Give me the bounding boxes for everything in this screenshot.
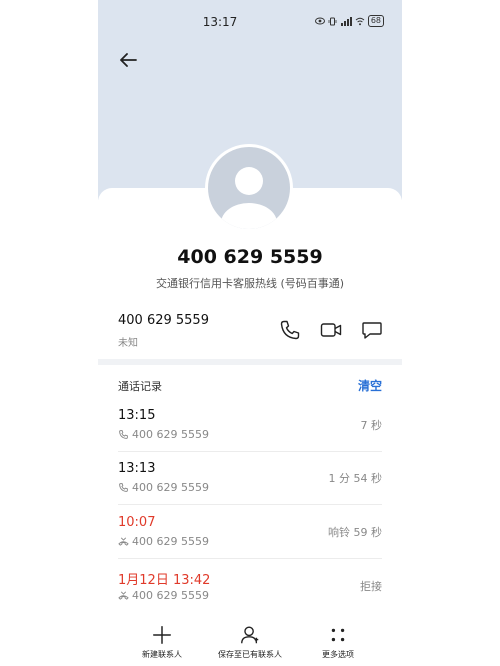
call-log-item[interactable]: 1月12日 13:42 400 629 5559 拒接 — [118, 569, 382, 622]
avatar — [205, 144, 293, 232]
back-arrow-icon[interactable] — [116, 48, 140, 72]
battery-indicator: 68 — [367, 15, 384, 27]
video-call-icon[interactable] — [319, 318, 343, 342]
signal-icon — [340, 16, 352, 26]
row-divider — [118, 558, 382, 559]
status-bar: 13:17 68 — [98, 0, 402, 42]
call-duration: 7 秒 — [360, 419, 383, 432]
wifi-icon — [355, 17, 365, 25]
row-divider — [118, 451, 382, 452]
contact-number: 400 629 5559 — [177, 246, 323, 268]
call-icon[interactable] — [278, 318, 302, 342]
missed-call-icon — [118, 537, 129, 546]
call-log-item[interactable]: 13:15 400 629 5559 7 秒 — [118, 408, 382, 461]
phone-screen: 13:17 68 400 629 5559 交通银行信用卡客服热线 (号码百事通… — [98, 0, 402, 666]
call-log-item[interactable]: 13:13 400 629 5559 1 分 54 秒 — [118, 461, 382, 514]
save-to-contact-button[interactable]: 保存至已有联系人 — [200, 624, 300, 660]
contact-label: 交通银行信用卡客服热线 (号码百事通) — [155, 277, 345, 290]
outgoing-call-icon — [119, 430, 128, 439]
call-time: 13:15 — [118, 408, 156, 423]
clear-log-button[interactable]: 清空 — [358, 377, 382, 394]
more-options-button[interactable]: 更多选项 — [288, 624, 388, 660]
call-time: 10:07 — [118, 515, 156, 530]
status-time: 13:17 — [202, 15, 238, 29]
call-duration: 拒接 — [360, 580, 382, 593]
call-log-item[interactable]: 10:07 400 629 5559 响铃 59 秒 — [118, 515, 382, 568]
call-log-title: 通话记录 — [118, 380, 162, 393]
vibrate-icon — [328, 17, 337, 25]
call-time: 1月12日 13:42 — [118, 573, 211, 588]
call-number: 400 629 5559 — [132, 428, 209, 441]
outgoing-call-icon — [119, 483, 128, 492]
new-contact-label: 新建联系人 — [142, 650, 182, 659]
number-location: 未知 — [118, 338, 138, 349]
call-number: 400 629 5559 — [132, 535, 209, 548]
person-silhouette-icon — [221, 167, 277, 229]
eye-icon — [314, 17, 325, 25]
call-duration: 1 分 54 秒 — [328, 472, 383, 485]
call-number: 400 629 5559 — [132, 589, 209, 602]
more-dots-icon — [331, 628, 345, 642]
row-divider — [118, 504, 382, 505]
save-to-contact-label: 保存至已有联系人 — [218, 650, 282, 659]
plus-icon — [153, 626, 171, 644]
more-options-label: 更多选项 — [322, 650, 354, 659]
section-divider — [98, 359, 402, 365]
call-number: 400 629 5559 — [132, 481, 209, 494]
call-time: 13:13 — [118, 461, 156, 476]
person-add-icon — [241, 626, 259, 644]
status-icons: 68 — [314, 15, 384, 27]
bottom-action-bar: 新建联系人 保存至已有联系人 更多选项 — [98, 618, 402, 666]
missed-call-icon — [118, 591, 129, 600]
call-duration: 响铃 59 秒 — [328, 526, 382, 539]
phone-number[interactable]: 400 629 5559 — [118, 313, 209, 328]
message-icon[interactable] — [360, 318, 384, 342]
new-contact-button[interactable]: 新建联系人 — [112, 624, 212, 660]
